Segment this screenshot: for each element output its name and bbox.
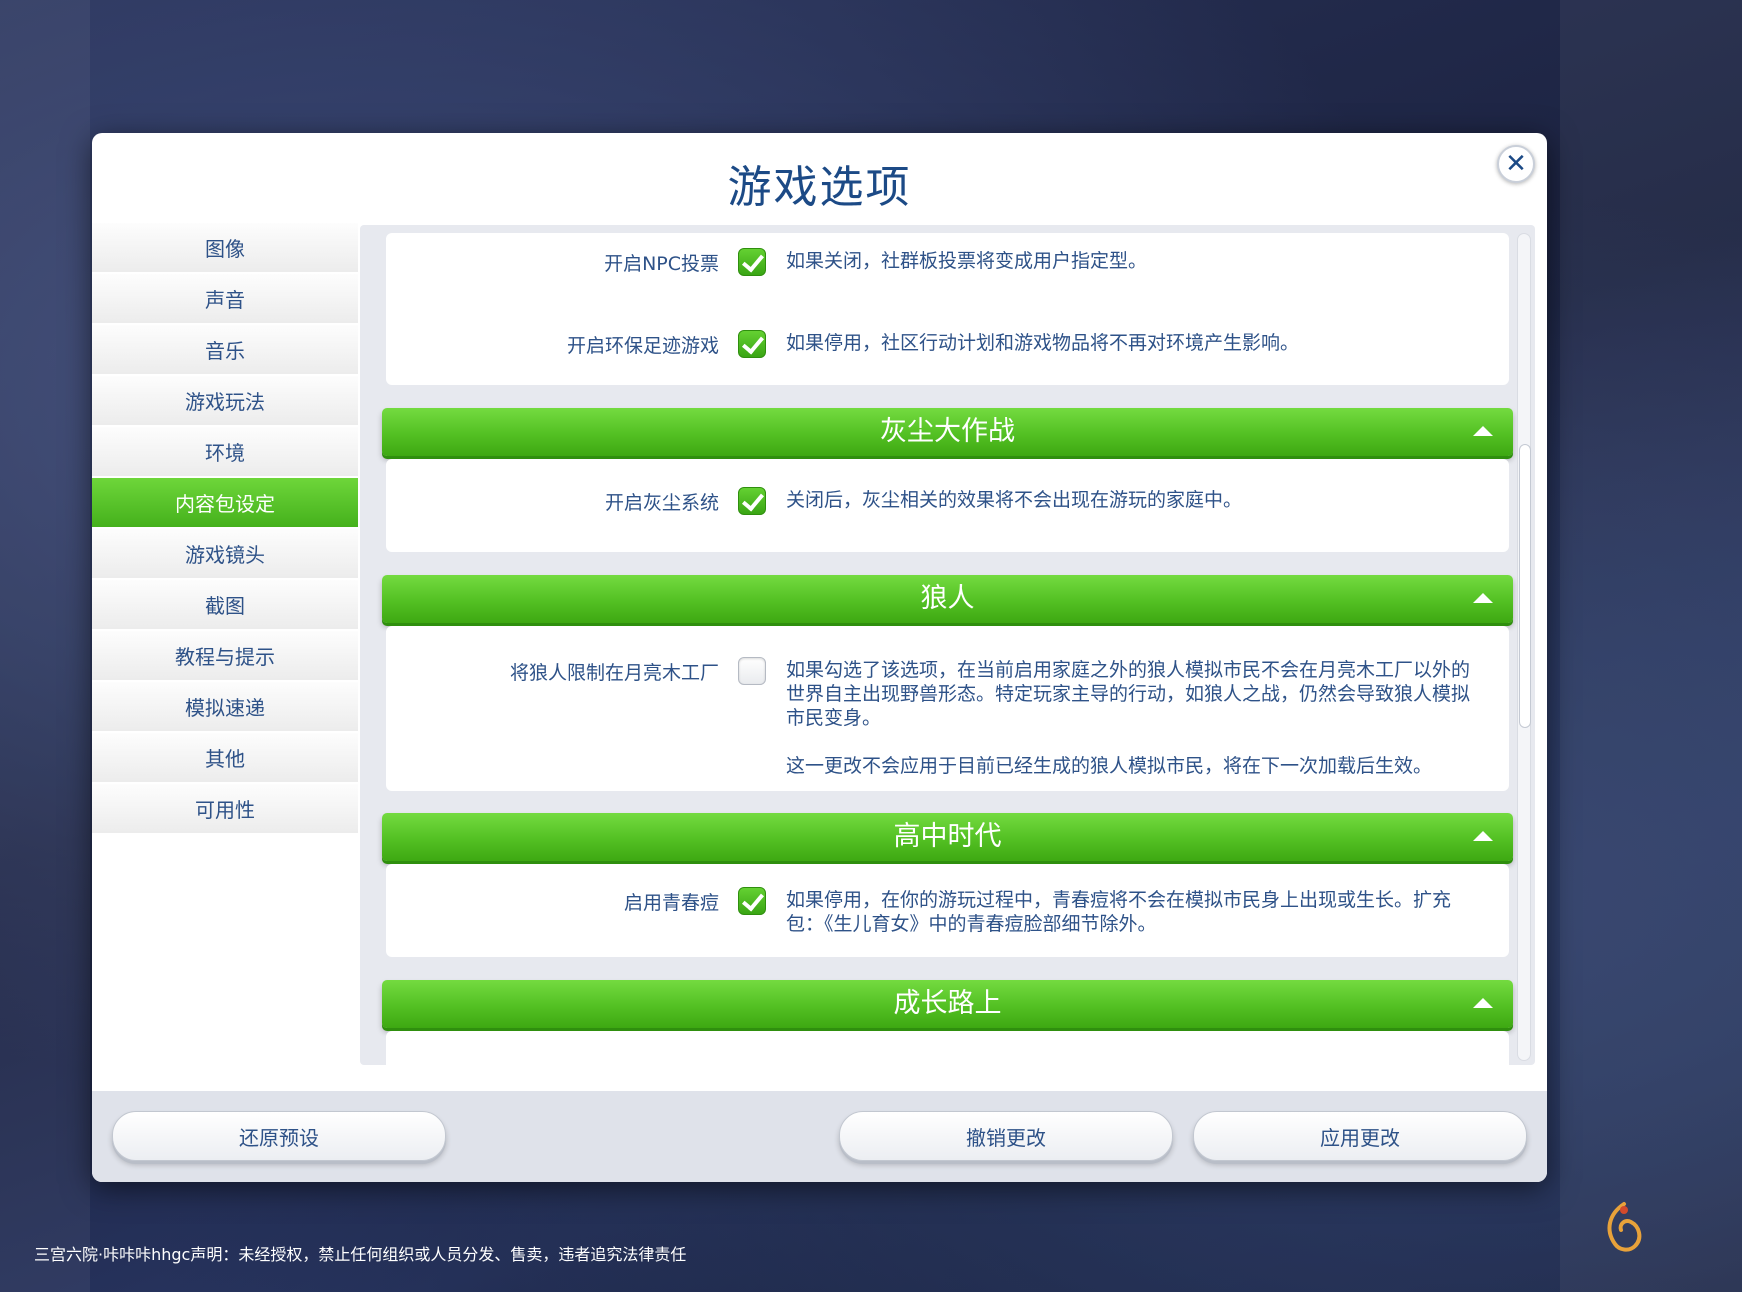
sidebar-item-sound[interactable]: 声音 [92, 274, 358, 323]
section-title: 高中时代 [893, 821, 1002, 852]
sidebar-item-accessibility[interactable]: 可用性 [92, 784, 358, 833]
game-options-dialog: 游戏选项 ✕ 图像 声音 音乐 游戏玩法 环境 内容包设定 游戏镜头 截图 教程… [92, 133, 1547, 1182]
section-title: 狼人 [920, 583, 975, 614]
option-label: 启用青春痘 [623, 892, 719, 914]
sidebar-item-gameplay[interactable]: 游戏玩法 [92, 376, 358, 425]
collapse-arrow-icon [1473, 831, 1493, 841]
sidebar-item-simstagram[interactable]: 模拟速递 [92, 682, 358, 731]
apply-changes-button[interactable]: 应用更改 [1193, 1111, 1527, 1161]
collapse-arrow-icon [1473, 426, 1493, 436]
dialog-title: 游戏选项 [727, 162, 912, 213]
sidebar: 图像 声音 音乐 游戏玩法 环境 内容包设定 游戏镜头 截图 教程与提示 模拟速… [92, 223, 358, 835]
option-description: 如果勾选了该选项，在当前启用家庭之外的狼人模拟市民不会在月亮木工厂以外的世界自主… [786, 659, 1471, 729]
dust-system-checkbox[interactable] [738, 487, 766, 515]
collapse-arrow-icon [1473, 593, 1493, 603]
dialog-footer: 还原预设 撤销更改 应用更改 [92, 1091, 1547, 1182]
background-scene [0, 0, 90, 1292]
watermark-disclaimer: 三宫六院·咔咔咔hhgc声明：未经授权，禁止任何组织或人员分发、售卖，违者追究法… [34, 1245, 687, 1264]
option-label: 开启NPC投票 [604, 253, 719, 275]
eco-footprint-checkbox[interactable] [738, 330, 766, 358]
sidebar-item-graphics[interactable]: 图像 [92, 223, 358, 272]
sidebar-item-pack-settings[interactable]: 内容包设定 [92, 478, 358, 527]
watermark-logo-icon [1594, 1198, 1654, 1258]
option-description: 如果停用，在你的游玩过程中，青春痘将不会在模拟市民身上出现或生长。扩充包：《生儿… [786, 889, 1452, 935]
background-scene-right [1560, 0, 1742, 1292]
option-description: 关闭后，灰尘相关的效果将不会出现在游玩的家庭中。 [786, 489, 1243, 511]
options-card-dust: 开启灰尘系统 关闭后，灰尘相关的效果将不会出现在游玩的家庭中。 [386, 459, 1509, 552]
sidebar-item-environment[interactable]: 环境 [92, 427, 358, 476]
sidebar-item-other[interactable]: 其他 [92, 733, 358, 782]
option-label: 将狼人限制在月亮木工厂 [509, 662, 719, 684]
section-header-dust[interactable]: 灰尘大作战 [382, 408, 1513, 456]
option-description-note: 这一更改不会应用于目前已经生成的狼人模拟市民，将在下一次加载后生效。 [786, 755, 1433, 777]
sidebar-item-screenshots[interactable]: 截图 [92, 580, 358, 629]
options-card-eco: 开启NPC投票 如果关闭，社群板投票将变成用户指定型。 开启环保足迹游戏 如果停… [386, 233, 1509, 385]
undo-changes-button[interactable]: 撤销更改 [839, 1111, 1173, 1161]
sidebar-item-camera[interactable]: 游戏镜头 [92, 529, 358, 578]
acne-checkbox[interactable] [738, 887, 766, 915]
section-header-werewolf[interactable]: 狼人 [382, 575, 1513, 623]
collapse-arrow-icon [1473, 998, 1493, 1008]
restore-defaults-button[interactable]: 还原预设 [112, 1111, 446, 1161]
scrollbar[interactable] [1517, 233, 1531, 1061]
close-button[interactable]: ✕ [1497, 145, 1535, 183]
options-card-highschool: 启用青春痘 如果停用，在你的游玩过程中，青春痘将不会在模拟市民身上出现或生长。扩… [386, 864, 1509, 957]
options-card-growing [386, 1031, 1509, 1065]
scrollbar-thumb[interactable] [1519, 444, 1531, 728]
section-header-growing[interactable]: 成长路上 [382, 980, 1513, 1028]
section-header-highschool[interactable]: 高中时代 [382, 813, 1513, 861]
option-label: 开启环保足迹游戏 [566, 335, 719, 357]
options-card-werewolf: 将狼人限制在月亮木工厂 如果勾选了该选项，在当前启用家庭之外的狼人模拟市民不会在… [386, 626, 1509, 791]
sidebar-item-tutorials[interactable]: 教程与提示 [92, 631, 358, 680]
section-title: 灰尘大作战 [880, 416, 1015, 447]
option-description: 如果关闭，社群板投票将变成用户指定型。 [786, 250, 1148, 272]
option-label: 开启灰尘系统 [604, 492, 719, 514]
option-description: 如果停用，社区行动计划和游戏物品将不再对环境产生影响。 [786, 332, 1300, 354]
options-panel: 开启NPC投票 如果关闭，社群板投票将变成用户指定型。 开启环保足迹游戏 如果停… [360, 225, 1535, 1065]
close-icon: ✕ [1505, 149, 1527, 179]
werewolf-limit-checkbox[interactable] [738, 657, 766, 685]
section-title: 成长路上 [893, 988, 1002, 1019]
sidebar-item-music[interactable]: 音乐 [92, 325, 358, 374]
npc-voting-checkbox[interactable] [738, 248, 766, 276]
